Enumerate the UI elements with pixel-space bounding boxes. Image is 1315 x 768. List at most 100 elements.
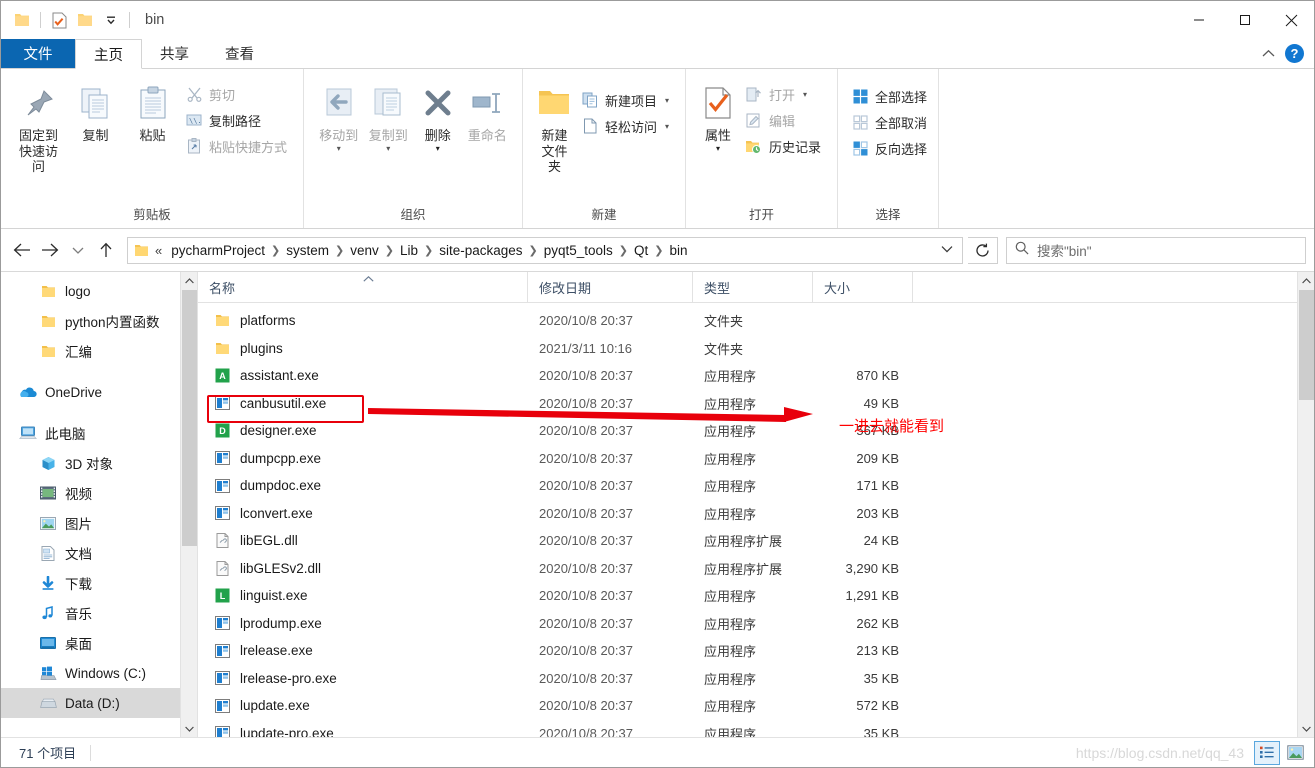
rename-button[interactable]: 重命名	[463, 77, 513, 148]
new-folder-button[interactable]: 新建 文件夹	[533, 77, 576, 179]
cut-button[interactable]: 剪切	[182, 81, 293, 107]
minimize-button[interactable]	[1176, 1, 1222, 39]
breadcrumb-chevron-icon[interactable]: ❯	[423, 244, 434, 257]
breadcrumb-chevron-icon[interactable]: ❯	[384, 244, 395, 257]
sidebar-item-network[interactable]: 网络	[1, 729, 197, 737]
file-name-cell[interactable]: lrelease.exe	[198, 642, 528, 659]
tab-share[interactable]: 共享	[142, 39, 207, 68]
properties-button[interactable]: 属性 ▾	[696, 77, 740, 155]
help-icon[interactable]: ?	[1285, 44, 1304, 63]
details-view-button[interactable]	[1254, 740, 1280, 765]
recent-locations-button[interactable]	[65, 237, 91, 263]
copy-button[interactable]: 复制	[68, 77, 123, 148]
file-scrollbar-thumb[interactable]	[1299, 290, 1314, 400]
sidebar-item-logo[interactable]: logo	[1, 276, 197, 306]
new-folder-icon[interactable]	[72, 7, 98, 33]
table-row[interactable]: libEGL.dll 2020/10/8 20:37 应用程序扩展 24 KB	[198, 527, 1314, 555]
table-row[interactable]: dumpdoc.exe 2020/10/8 20:37 应用程序 171 KB	[198, 472, 1314, 500]
sidebar-item-music[interactable]: 音乐	[1, 598, 197, 628]
breadcrumb-chevron-icon[interactable]: ❯	[653, 244, 664, 257]
address-dropdown-chevron-down-icon[interactable]	[936, 245, 958, 256]
large-icons-view-button[interactable]	[1282, 741, 1308, 765]
table-row[interactable]: canbusutil.exe 2020/10/8 20:37 应用程序 49 K…	[198, 390, 1314, 418]
sidebar-scrollbar-thumb[interactable]	[182, 290, 197, 546]
open-button[interactable]: 打开 ▾	[742, 81, 827, 107]
history-button[interactable]: 历史记录	[742, 133, 827, 159]
table-row[interactable]: A assistant.exe 2020/10/8 20:37 应用程序 870…	[198, 362, 1314, 390]
collapse-ribbon-chevron-up-icon[interactable]	[1262, 45, 1275, 63]
sidebar-item-windows-c[interactable]: Windows (C:)	[1, 658, 197, 688]
move-to-button[interactable]: 移动到 ▾	[314, 77, 364, 155]
select-none-button[interactable]: 全部取消	[848, 109, 933, 135]
table-row[interactable]: lconvert.exe 2020/10/8 20:37 应用程序 203 KB	[198, 500, 1314, 528]
file-list-scrollbar[interactable]	[1297, 272, 1314, 737]
table-row[interactable]: plugins 2021/3/11 10:16 文件夹	[198, 335, 1314, 363]
file-scroll-down-icon[interactable]	[1298, 720, 1315, 737]
column-header-type[interactable]: 类型	[693, 272, 813, 302]
file-name-cell[interactable]: lupdate-pro.exe	[198, 725, 528, 737]
file-scroll-up-icon[interactable]	[1298, 272, 1315, 289]
file-name-cell[interactable]: A assistant.exe	[198, 367, 528, 384]
column-header-size[interactable]: 大小	[813, 272, 913, 302]
file-name-cell[interactable]: dumpcpp.exe	[198, 450, 528, 467]
sidebar-scroll-down-icon[interactable]	[180, 720, 197, 737]
sidebar-item-this-pc[interactable]: 此电脑	[1, 418, 197, 448]
back-button[interactable]	[9, 237, 35, 263]
column-header-date-modified[interactable]: 修改日期	[528, 272, 693, 302]
sidebar-item-documents[interactable]: 文档	[1, 538, 197, 568]
file-name-cell[interactable]: D designer.exe	[198, 422, 528, 439]
copy-path-button[interactable]: \\.. 复制路径	[182, 107, 293, 133]
table-row[interactable]: D designer.exe 2020/10/8 20:37 应用程序 567 …	[198, 417, 1314, 445]
edit-button[interactable]: 编辑	[742, 107, 827, 133]
search-input[interactable]: 搜索"bin"	[1037, 240, 1092, 260]
sidebar-item-python-builtins[interactable]: python内置函数	[1, 306, 197, 336]
close-button[interactable]	[1268, 1, 1314, 39]
table-row[interactable]: lupdate-pro.exe 2020/10/8 20:37 应用程序 35 …	[198, 720, 1314, 737]
address-bar[interactable]: « pycharmProject ❯ system ❯ venv ❯ Lib ❯…	[127, 236, 963, 264]
file-name-cell[interactable]: lconvert.exe	[198, 505, 528, 522]
file-name-cell[interactable]: libGLESv2.dll	[198, 560, 528, 577]
file-name-cell[interactable]: lupdate.exe	[198, 697, 528, 714]
sidebar-item-onedrive[interactable]: OneDrive	[1, 377, 197, 407]
breadcrumb-item-bin[interactable]: bin	[665, 243, 693, 258]
breadcrumb-item-pycharmProject[interactable]: pycharmProject	[166, 243, 270, 258]
paste-shortcut-button[interactable]: 粘贴快捷方式	[182, 133, 293, 159]
select-all-button[interactable]: 全部选择	[848, 83, 933, 109]
table-row[interactable]: dumpcpp.exe 2020/10/8 20:37 应用程序 209 KB	[198, 445, 1314, 473]
properties-caret-icon[interactable]: ▾	[716, 144, 720, 152]
breadcrumb-item-site-packages[interactable]: site-packages	[434, 243, 527, 258]
sidebar-item-desktop[interactable]: 桌面	[1, 628, 197, 658]
easy-access-caret-icon[interactable]: ▾	[665, 122, 669, 131]
move-to-caret-icon[interactable]: ▾	[337, 144, 341, 152]
breadcrumb-item-Lib[interactable]: Lib	[395, 243, 423, 258]
file-name-cell[interactable]: L linguist.exe	[198, 587, 528, 604]
new-item-button[interactable]: 新建项目 ▾	[578, 87, 675, 113]
explorer-menu-folder-icon[interactable]	[9, 7, 35, 33]
invert-selection-button[interactable]: 反向选择	[848, 135, 933, 161]
breadcrumb-chevron-icon[interactable]: ❯	[270, 244, 281, 257]
file-name-cell[interactable]: libEGL.dll	[198, 532, 528, 549]
sidebar-item-data-d[interactable]: Data (D:)	[1, 688, 197, 718]
table-row[interactable]: lprodump.exe 2020/10/8 20:37 应用程序 262 KB	[198, 610, 1314, 638]
easy-access-button[interactable]: 轻松访问 ▾	[578, 113, 675, 139]
refresh-button[interactable]	[968, 236, 998, 264]
table-row[interactable]: libGLESv2.dll 2020/10/8 20:37 应用程序扩展 3,2…	[198, 555, 1314, 583]
tab-home[interactable]: 主页	[75, 39, 142, 69]
paste-button[interactable]: 粘贴	[125, 77, 180, 148]
tab-view[interactable]: 查看	[207, 39, 272, 68]
tab-file[interactable]: 文件	[1, 39, 75, 68]
breadcrumb-chevron-icon[interactable]: ❯	[334, 244, 345, 257]
maximize-button[interactable]	[1222, 1, 1268, 39]
breadcrumb-item-system[interactable]: system	[281, 243, 334, 258]
forward-button[interactable]	[37, 237, 63, 263]
table-row[interactable]: lrelease-pro.exe 2020/10/8 20:37 应用程序 35…	[198, 665, 1314, 693]
file-name-cell[interactable]: lprodump.exe	[198, 615, 528, 632]
file-name-cell[interactable]: platforms	[198, 312, 528, 329]
file-name-cell[interactable]: lrelease-pro.exe	[198, 670, 528, 687]
breadcrumb-chevron-icon[interactable]: ❯	[528, 244, 539, 257]
delete-button[interactable]: 删除 ▾	[413, 77, 463, 155]
breadcrumb-item-Qt[interactable]: Qt	[629, 243, 653, 258]
copy-to-button[interactable]: 复制到 ▾	[364, 77, 414, 155]
table-row[interactable]: platforms 2020/10/8 20:37 文件夹	[198, 307, 1314, 335]
sidebar-item-downloads[interactable]: 下载	[1, 568, 197, 598]
